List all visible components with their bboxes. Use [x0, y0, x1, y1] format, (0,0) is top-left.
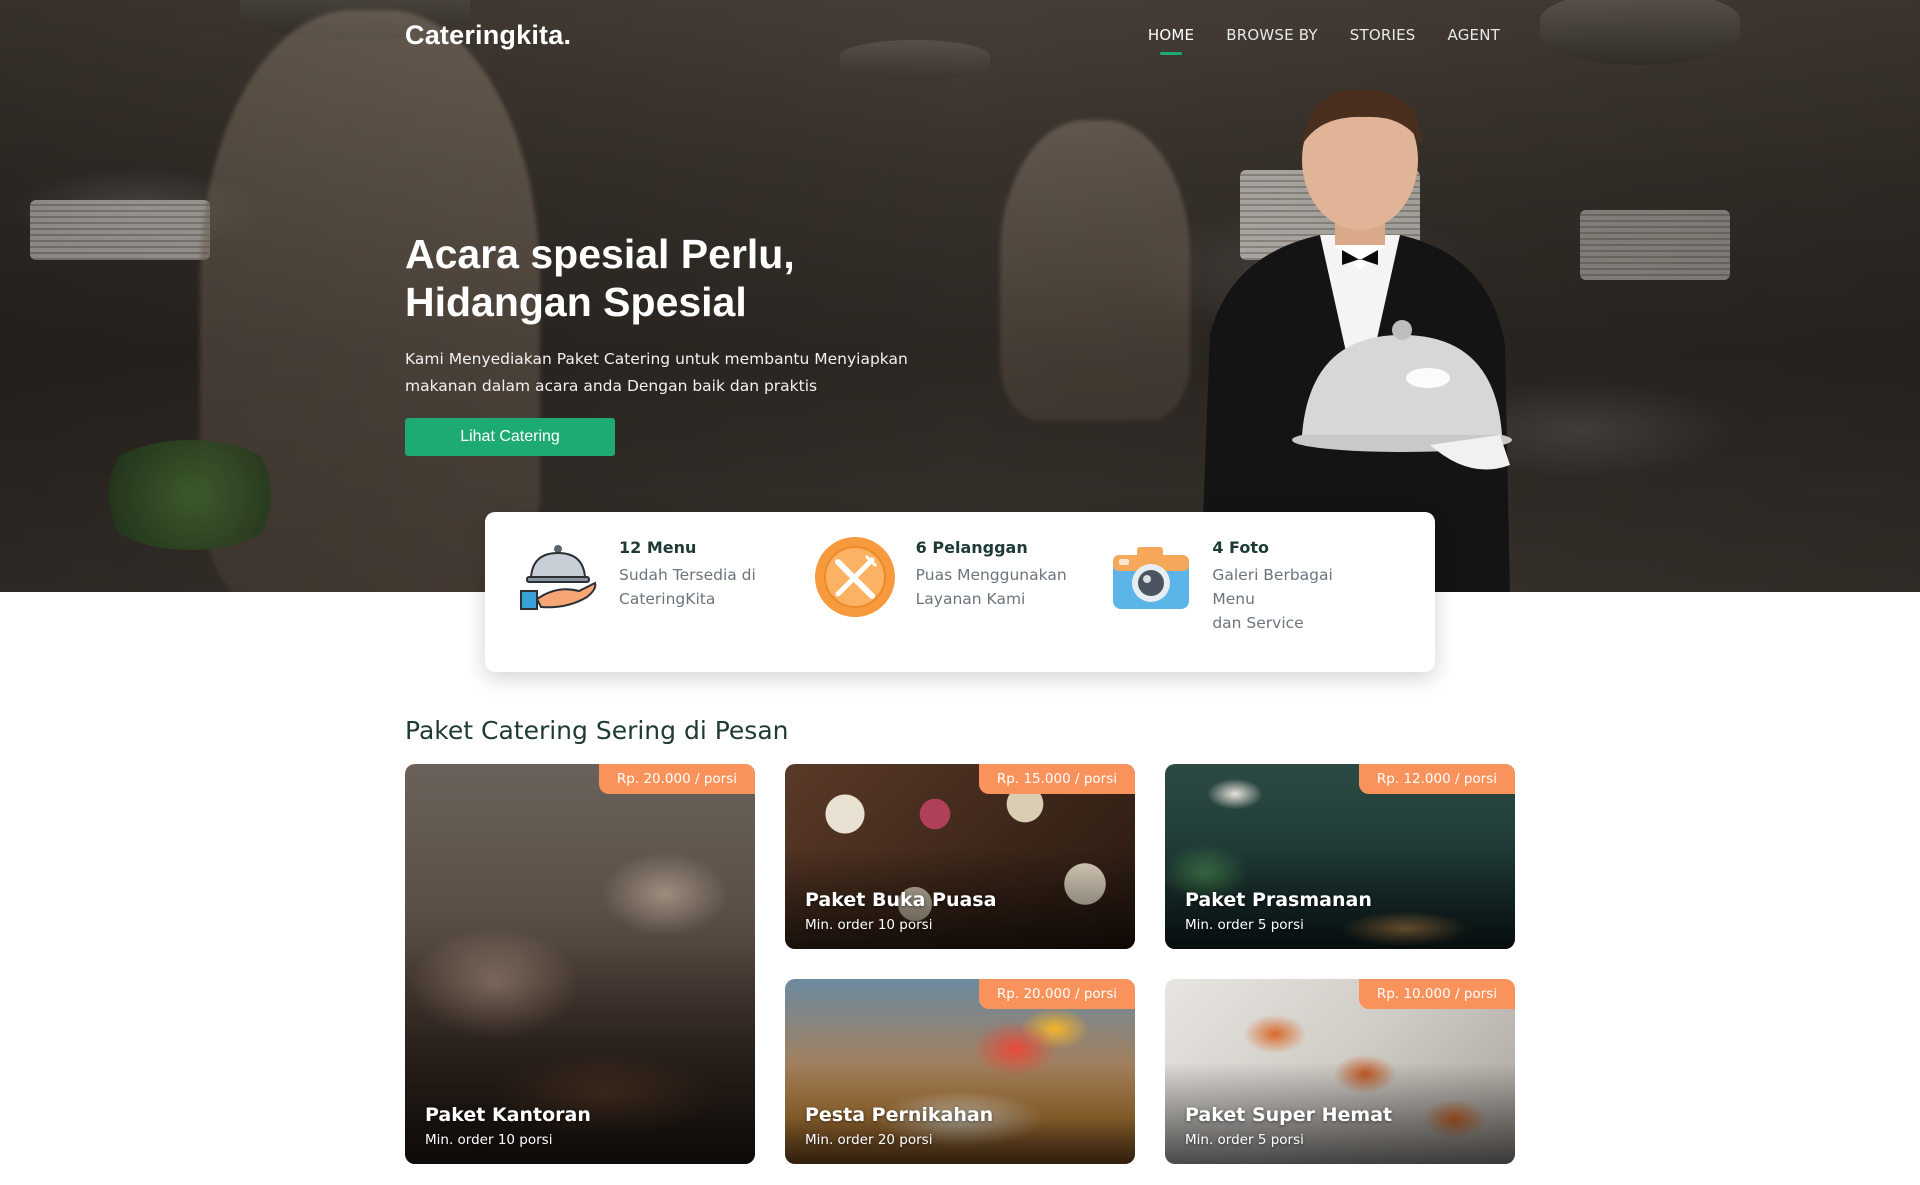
- stat-menu: 12 Menu Sudah Tersedia di CateringKita: [515, 534, 812, 650]
- stat-description: Galeri Berbagai Menu dan Service: [1212, 563, 1372, 635]
- price-badge: Rp. 20.000 / porsi: [978, 979, 1135, 1009]
- brand-logo[interactable]: Cateringkita.: [405, 20, 571, 51]
- stat-title: 12 Menu: [619, 538, 697, 557]
- fork-knife-icon: [812, 534, 898, 620]
- hero-description: Kami Menyediakan Paket Catering untuk me…: [405, 346, 965, 400]
- stat-title: 6 Pelanggan: [915, 538, 1028, 557]
- stat-desc-line: Galeri Berbagai Menu: [1212, 566, 1333, 608]
- hero-content: Acara spesial Perlu, Hidangan Spesial Ka…: [405, 230, 965, 456]
- hero-desc-line: makanan dalam acara anda Dengan baik dan…: [405, 377, 818, 395]
- package-name: Paket Buka Puasa: [805, 889, 997, 911]
- hero-title-line: Acara spesial Perlu,: [405, 231, 795, 277]
- package-card[interactable]: Rp. 15.000 / porsi Paket Buka Puasa Min.…: [785, 764, 1135, 949]
- stat-text: 12 Menu Sudah Tersedia di CateringKita: [619, 534, 779, 611]
- stat-title: 4 Foto: [1212, 538, 1269, 557]
- top-navbar: Cateringkita. HOME BROWSE BY STORIES AGE…: [405, 20, 1500, 50]
- main-menu: HOME BROWSE BY STORIES AGENT: [1148, 26, 1500, 44]
- package-min-order: Min. order 5 porsi: [1185, 1132, 1304, 1148]
- stat-description: Sudah Tersedia di CateringKita: [619, 563, 779, 611]
- package-min-order: Min. order 5 porsi: [1185, 917, 1304, 933]
- stat-desc-line: Puas Menggunakan: [915, 566, 1067, 584]
- price-badge: Rp. 10.000 / porsi: [1358, 979, 1515, 1009]
- package-card[interactable]: Rp. 20.000 / porsi Pesta Pernikahan Min.…: [785, 979, 1135, 1164]
- camera-icon: [1108, 534, 1194, 620]
- price-badge: Rp. 20.000 / porsi: [598, 764, 755, 794]
- price-badge: Rp. 15.000 / porsi: [978, 764, 1135, 794]
- nav-home[interactable]: HOME: [1148, 26, 1194, 44]
- package-card[interactable]: Rp. 12.000 / porsi Paket Prasmanan Min. …: [1165, 764, 1515, 949]
- nav-browse-by[interactable]: BROWSE BY: [1226, 26, 1318, 44]
- stat-text: 6 Pelanggan Puas Menggunakan Layanan Kami: [916, 534, 1076, 611]
- stats-card: 12 Menu Sudah Tersedia di CateringKita 6 …: [485, 512, 1435, 672]
- price-badge: Rp. 12.000 / porsi: [1358, 764, 1515, 794]
- package-name: Pesta Pernikahan: [805, 1104, 994, 1126]
- package-name: Paket Super Hemat: [1185, 1104, 1393, 1126]
- stat-description: Puas Menggunakan Layanan Kami: [916, 563, 1076, 611]
- package-name: Paket Prasmanan: [1185, 889, 1372, 911]
- hero-section: Cateringkita. HOME BROWSE BY STORIES AGE…: [0, 0, 1920, 592]
- stat-desc-line: CateringKita: [619, 590, 716, 608]
- hero-title: Acara spesial Perlu, Hidangan Spesial: [405, 230, 965, 326]
- package-card[interactable]: Rp. 20.000 / porsi Paket Kantoran Min. o…: [405, 764, 755, 1164]
- stat-desc-line: Sudah Tersedia di: [619, 566, 756, 584]
- section-title: Paket Catering Sering di Pesan: [405, 716, 789, 745]
- lihat-catering-button[interactable]: Lihat Catering: [405, 418, 615, 456]
- nav-stories[interactable]: STORIES: [1350, 26, 1416, 44]
- stat-photos: 4 Foto Galeri Berbagai Menu dan Service: [1108, 534, 1405, 650]
- package-min-order: Min. order 10 porsi: [805, 917, 933, 933]
- stat-customers: 6 Pelanggan Puas Menggunakan Layanan Kami: [812, 534, 1109, 650]
- package-min-order: Min. order 10 porsi: [425, 1132, 553, 1148]
- stat-desc-line: Layanan Kami: [915, 590, 1026, 608]
- package-min-order: Min. order 20 porsi: [805, 1132, 933, 1148]
- package-card[interactable]: Rp. 10.000 / porsi Paket Super Hemat Min…: [1165, 979, 1515, 1164]
- serving-tray-icon: [515, 534, 601, 620]
- hero-title-line: Hidangan Spesial: [405, 279, 747, 325]
- nav-agent[interactable]: AGENT: [1448, 26, 1500, 44]
- package-name: Paket Kantoran: [425, 1104, 591, 1126]
- stat-desc-line: dan Service: [1212, 614, 1304, 632]
- hero-desc-line: Kami Menyediakan Paket Catering untuk me…: [405, 350, 908, 368]
- stat-text: 4 Foto Galeri Berbagai Menu dan Service: [1212, 534, 1372, 635]
